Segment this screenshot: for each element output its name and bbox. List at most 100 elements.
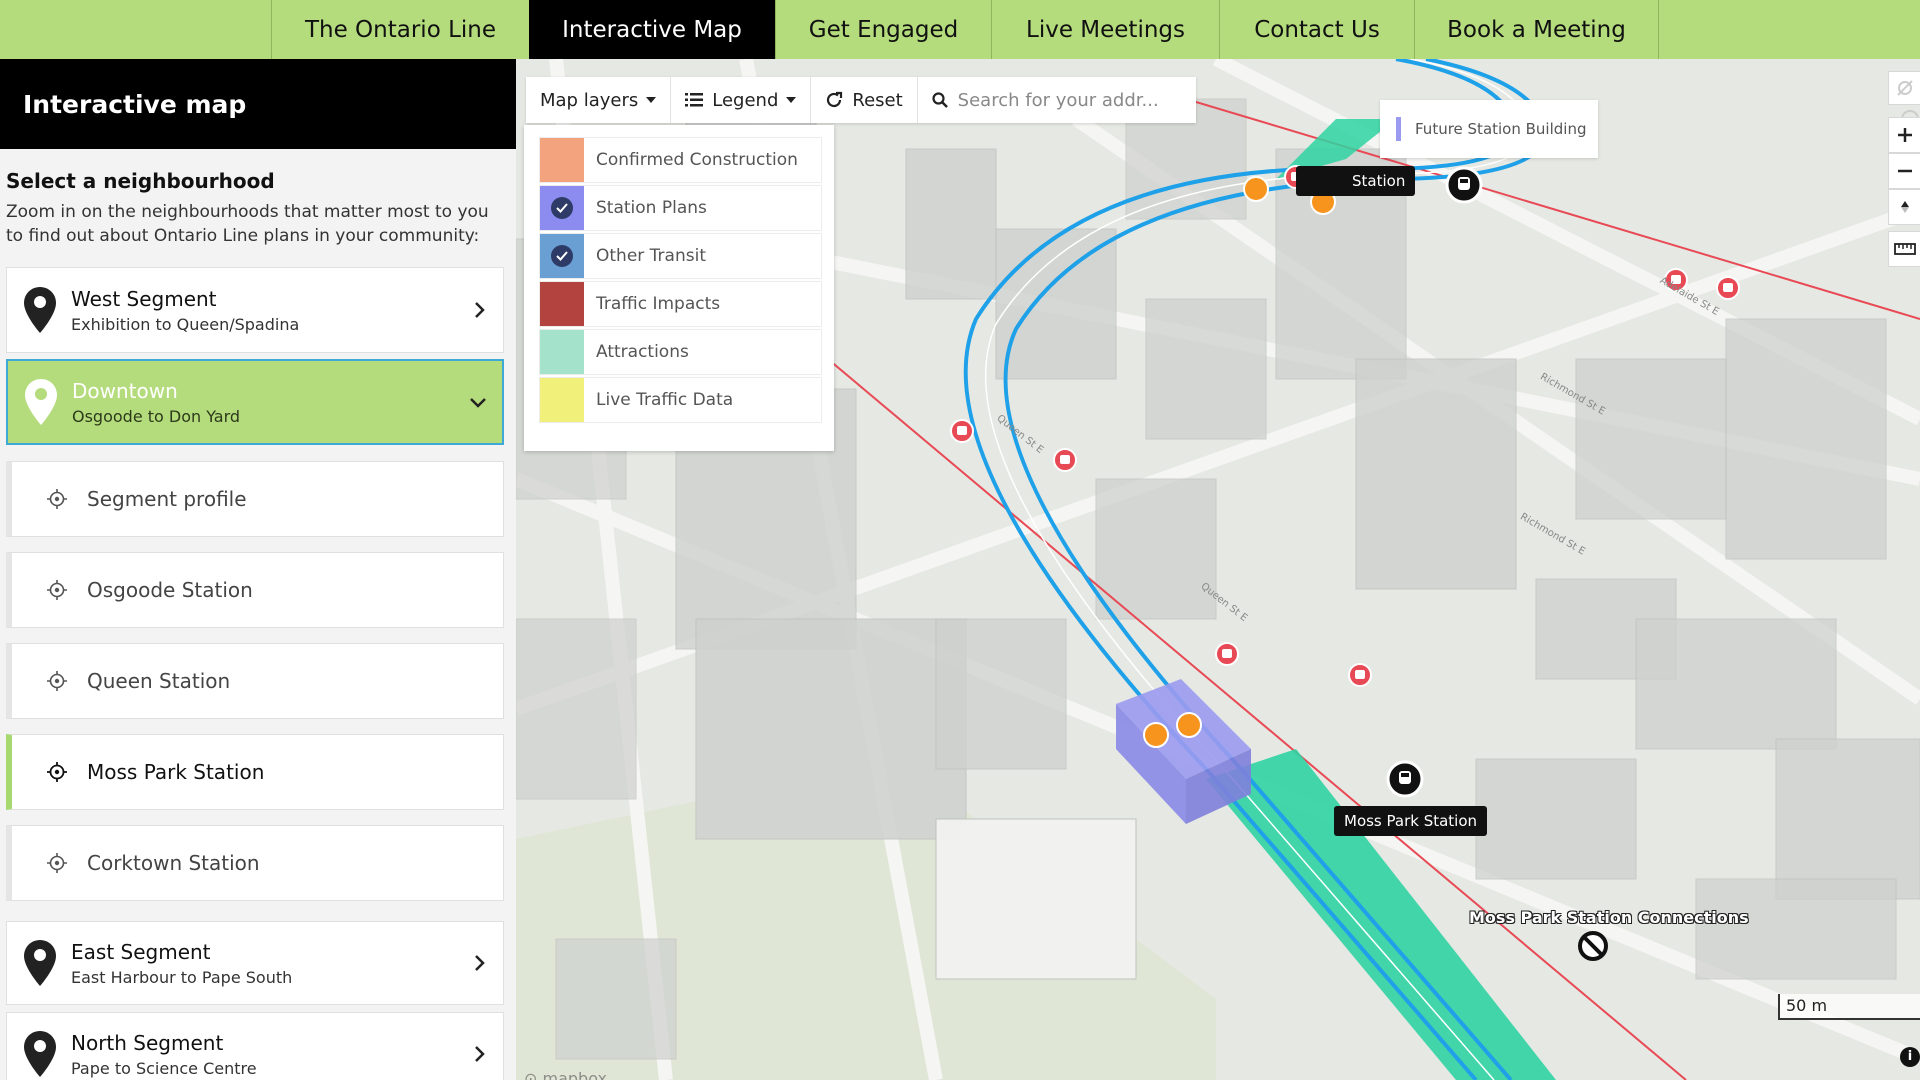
caret-down-icon: [786, 97, 797, 103]
nav-tab-live-meetings[interactable]: Live Meetings: [991, 0, 1219, 59]
interactive-map[interactable]: Queen St E Queen St E Richmond St E Rich…: [516, 59, 1920, 1080]
chevron-right-icon: [475, 955, 485, 971]
geolocate-button[interactable]: [1888, 71, 1920, 105]
sidebar-item-moss-park-station[interactable]: Moss Park Station: [6, 734, 504, 810]
legend-label: Confirmed Construction: [596, 150, 798, 170]
sidebar-item-segment-profile[interactable]: Segment profile: [6, 461, 504, 537]
segment-name: North Segment: [71, 1030, 224, 1055]
caret-down-icon: [646, 97, 657, 103]
legend-label: Legend: [712, 89, 779, 111]
compass-button[interactable]: [1888, 189, 1920, 225]
target-icon: [47, 489, 67, 509]
legend-item[interactable]: Attractions: [539, 329, 822, 375]
target-icon: [47, 580, 67, 600]
legend-swatch: [540, 378, 584, 422]
nav-divider: [1658, 0, 1659, 59]
legend-label: Traffic Impacts: [596, 294, 721, 314]
nav-tab-interactive-map[interactable]: Interactive Map: [529, 0, 775, 59]
search-icon: [932, 92, 948, 108]
legend-item[interactable]: Live Traffic Data: [539, 377, 822, 423]
segment-name: East Segment: [71, 939, 211, 964]
legend-dropdown[interactable]: Legend: [671, 77, 812, 123]
nav-tab-get-engaged[interactable]: Get Engaged: [775, 0, 991, 59]
target-icon: [47, 762, 67, 782]
sidebar-item-label: Queen Station: [87, 669, 231, 693]
sidebar-subtitle: Select a neighbourhood: [6, 169, 275, 193]
checkmark-icon: [551, 197, 573, 219]
refresh-icon: [827, 91, 843, 108]
legend-item[interactable]: Confirmed Construction: [539, 137, 822, 183]
sidebar-item-label: Segment profile: [87, 487, 247, 511]
reset-label: Reset: [852, 89, 903, 111]
segment-name: Downtown: [72, 378, 178, 403]
target-icon: [47, 671, 67, 691]
map-pin-icon: [24, 1031, 56, 1077]
legend-item[interactable]: Traffic Impacts: [539, 281, 822, 327]
map-layers-label: Map layers: [540, 89, 639, 111]
nav-tab-contact-us[interactable]: Contact Us: [1219, 0, 1414, 59]
segment-range: Osgoode to Don Yard: [72, 406, 241, 426]
info-icon[interactable]: i: [1900, 1047, 1920, 1067]
connections-label: Moss Park Station Connections: [1469, 908, 1749, 927]
minus-icon: [1898, 169, 1912, 173]
legend-label: Station Plans: [596, 198, 707, 218]
sidebar-item-queen-station[interactable]: Queen Station: [6, 643, 504, 719]
upper-station-label: Station: [1296, 166, 1416, 196]
map-toolbar: Map layers Legend Reset: [526, 77, 1196, 123]
chevron-down-icon: [470, 398, 486, 408]
segment-range: East Harbour to Pape South: [71, 967, 293, 987]
moss-park-station-label: Moss Park Station: [1334, 806, 1488, 836]
legend-item[interactable]: Station Plans: [539, 185, 822, 231]
sidebar-title: Interactive map: [0, 59, 516, 149]
tooltip-color-bar: [1396, 117, 1401, 141]
sidebar-item-osgoode-station[interactable]: Osgoode Station: [6, 552, 504, 628]
sidebar-item-label: Osgoode Station: [87, 578, 253, 602]
list-icon: [685, 93, 704, 107]
legend-item[interactable]: Other Transit: [539, 233, 822, 279]
checkmark-icon: [551, 245, 573, 267]
target-icon: [47, 853, 67, 873]
legend-swatch: [540, 138, 584, 182]
segment-card-north[interactable]: North Segment Pape to Science Centre: [6, 1012, 504, 1080]
sidebar-item-label: Corktown Station: [87, 851, 260, 875]
legend-label: Attractions: [596, 342, 689, 362]
nav-tab-the-ontario-line[interactable]: The Ontario Line: [271, 0, 529, 59]
map-scale: 50 m: [1778, 994, 1920, 1020]
train-station-icon: [1445, 166, 1483, 204]
sidebar-item-label: Moss Park Station: [87, 760, 265, 784]
location-off-icon: [1897, 80, 1913, 96]
measure-button[interactable]: [1888, 231, 1920, 267]
legend-label: Live Traffic Data: [596, 390, 734, 410]
reset-button[interactable]: Reset: [811, 77, 918, 123]
mapbox-logo[interactable]: ⊙ mapbox: [524, 1069, 607, 1080]
legend-swatch: [540, 282, 584, 326]
nav-tab-book-a-meeting[interactable]: Book a Meeting: [1414, 0, 1658, 59]
zoom-out-button[interactable]: [1888, 153, 1920, 189]
future-station-tooltip: Future Station Building: [1380, 100, 1598, 158]
address-search[interactable]: [918, 77, 1196, 123]
ruler-icon: [1894, 243, 1916, 255]
sidebar: Interactive map Select a neighbourhood Z…: [0, 59, 516, 1080]
map-pin-icon: [25, 379, 57, 425]
legend-panel: Confirmed Construction Station Plans Other…: [524, 125, 834, 451]
segment-range: Pape to Science Centre: [71, 1058, 257, 1078]
legend-label: Other Transit: [596, 246, 706, 266]
segment-name: West Segment: [71, 286, 217, 311]
compass-icon: [1901, 201, 1909, 213]
segment-card-downtown[interactable]: Downtown Osgoode to Don Yard: [6, 359, 504, 445]
chevron-right-icon: [475, 302, 485, 318]
sidebar-item-corktown-station[interactable]: Corktown Station: [6, 825, 504, 901]
zoom-in-button[interactable]: [1888, 117, 1920, 153]
legend-swatch: [540, 186, 584, 230]
map-layers-dropdown[interactable]: Map layers: [526, 77, 672, 123]
segment-card-west[interactable]: West Segment Exhibition to Queen/Spadina: [6, 267, 504, 353]
search-input[interactable]: [957, 89, 1178, 111]
segment-range: Exhibition to Queen/Spadina: [71, 314, 300, 334]
chevron-right-icon: [475, 1046, 485, 1062]
legend-swatch: [540, 234, 584, 278]
plus-icon: [1898, 128, 1912, 142]
legend-swatch: [540, 330, 584, 374]
top-navigation: The Ontario Line Interactive Map Get Eng…: [0, 0, 1920, 59]
connections-marker: [1578, 931, 1608, 961]
segment-card-east[interactable]: East Segment East Harbour to Pape South: [6, 921, 504, 1005]
